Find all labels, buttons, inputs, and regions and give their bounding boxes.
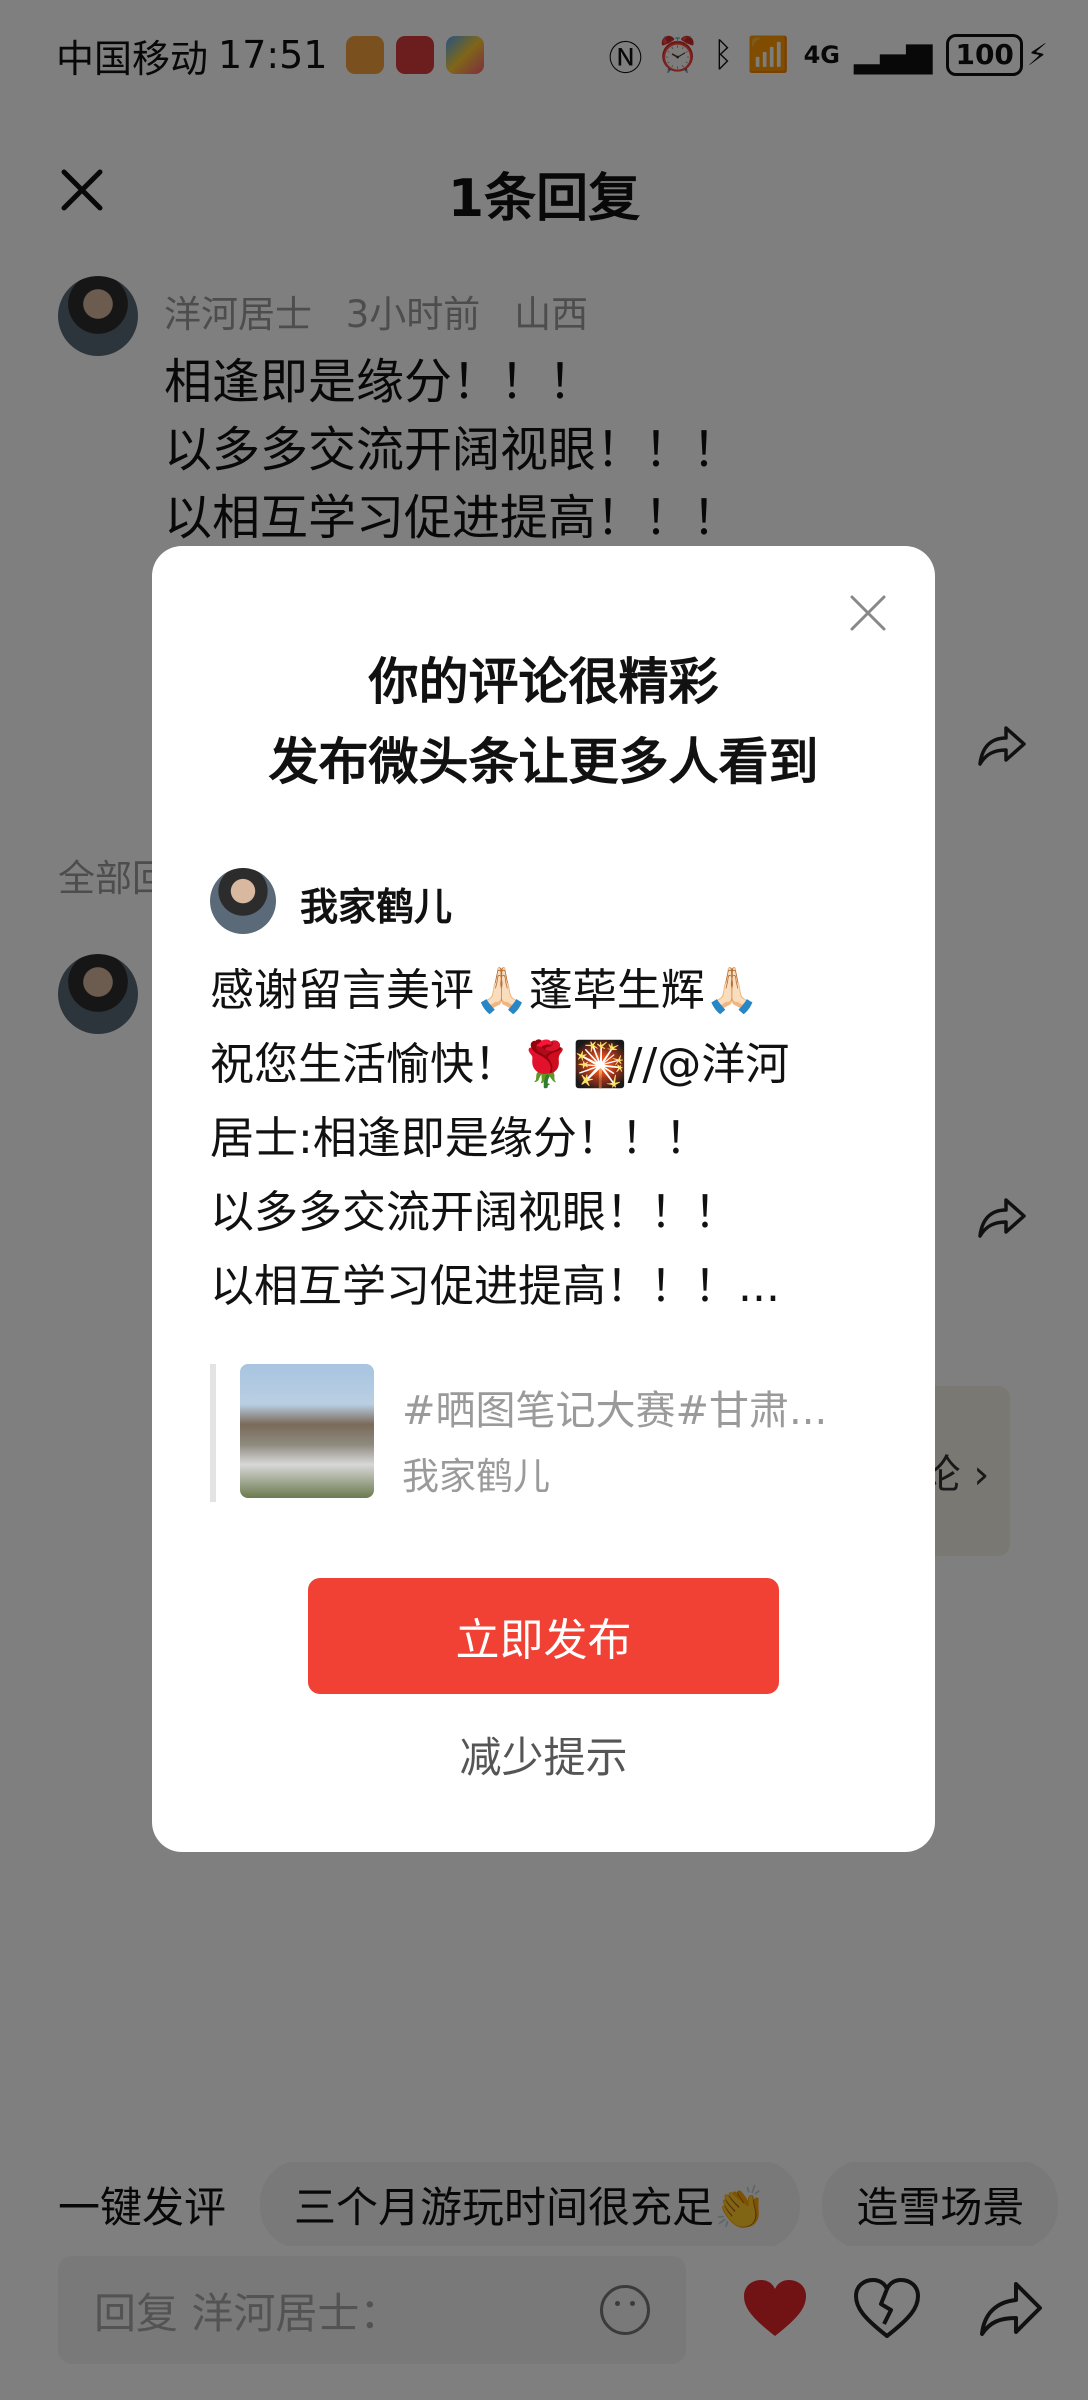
quoted-post-thumbnail	[240, 1364, 374, 1498]
reduce-prompts-button[interactable]: 减少提示	[152, 1724, 935, 1785]
quoted-post-card: #晒图笔记大赛#甘肃... 我家鹤儿	[210, 1364, 890, 1502]
dialog-title-line: 发布微头条让更多人看到	[268, 733, 819, 791]
publish-now-button[interactable]: 立即发布	[308, 1578, 779, 1694]
post-line: 以相互学习促进提高！！！...	[210, 1261, 780, 1312]
post-line: 祝您生活愉快！🌹🎇//@洋河	[210, 1039, 790, 1090]
author-name: 我家鹤儿	[300, 885, 453, 929]
post-line: 居士:相逢即是缘分！！！	[210, 1113, 709, 1164]
close-icon[interactable]	[849, 594, 887, 632]
post-preview-text: 感谢留言美评🙏🏻蓬荜生辉🙏🏻 祝您生活愉快！🌹🎇//@洋河 居士:相逢即是缘分！…	[210, 954, 890, 1324]
publish-suggestion-dialog: 你的评论很精彩 发布微头条让更多人看到 我家鹤儿 感谢留言美评🙏🏻蓬荜生辉🙏🏻 …	[152, 546, 935, 1852]
post-line: 感谢留言美评🙏🏻蓬荜生辉🙏🏻	[210, 965, 760, 1016]
quoted-post-title: #晒图笔记大赛#甘肃...	[402, 1388, 828, 1434]
dialog-title: 你的评论很精彩 发布微头条让更多人看到	[152, 642, 935, 802]
dialog-title-line: 你的评论很精彩	[368, 653, 719, 711]
author-avatar	[210, 868, 276, 934]
quoted-post-author: 我家鹤儿	[402, 1455, 550, 1498]
post-line: 以多多交流开阔视眼！！！	[210, 1187, 738, 1238]
